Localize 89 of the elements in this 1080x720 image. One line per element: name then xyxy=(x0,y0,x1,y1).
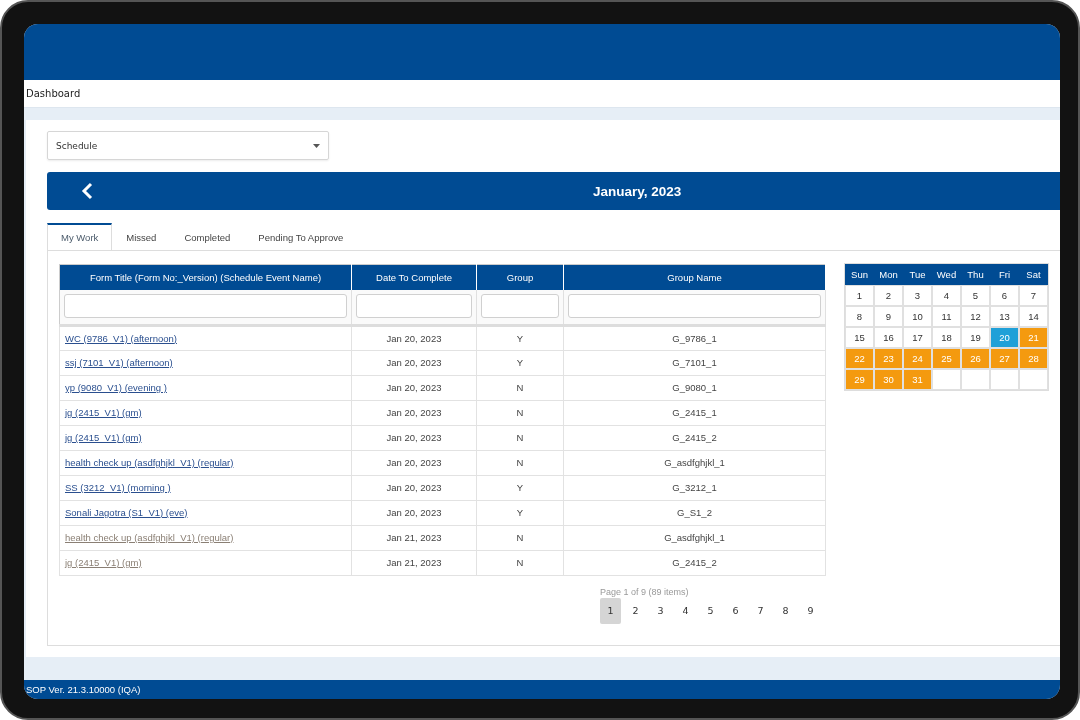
table-cell: N xyxy=(476,550,564,575)
table-cell: G_2415_2 xyxy=(563,550,826,575)
form-link[interactable]: SS (3212_V1) (morning ) xyxy=(65,482,171,493)
calendar-day[interactable]: 15 xyxy=(845,327,874,348)
table-cell: Jan 20, 2023 xyxy=(351,500,477,525)
calendar-day[interactable]: 18 xyxy=(932,327,961,348)
pager-info: Page 1 of 9 (89 items) xyxy=(600,586,690,597)
table-cell: Y xyxy=(476,350,564,375)
table-cell: N xyxy=(476,525,564,550)
table-cell: Jan 20, 2023 xyxy=(351,450,477,475)
calendar-day[interactable]: 6 xyxy=(990,285,1019,306)
chevron-left-icon[interactable] xyxy=(81,182,93,200)
calendar-day[interactable]: 1 xyxy=(845,285,874,306)
table-cell: Y xyxy=(476,325,564,350)
calendar-day[interactable]: 5 xyxy=(961,285,990,306)
view-select[interactable]: Schedule xyxy=(47,131,329,160)
table-cell: Jan 20, 2023 xyxy=(351,425,477,450)
table-cell: Jan 20, 2023 xyxy=(351,475,477,500)
calendar-day[interactable]: 16 xyxy=(874,327,903,348)
calendar-day[interactable]: 14 xyxy=(1019,306,1048,327)
table-cell: N xyxy=(476,400,564,425)
table-cell: Jan 21, 2023 xyxy=(351,550,477,575)
column-header[interactable]: Date To Complete xyxy=(351,264,477,290)
table-cell: G_9786_1 xyxy=(563,325,826,350)
table-cell: Jan 20, 2023 xyxy=(351,375,477,400)
form-link[interactable]: ssj (7101_V1) (afternoon) xyxy=(65,357,173,368)
weekday-header: Thu xyxy=(961,264,990,285)
page-button[interactable]: 1 xyxy=(600,597,621,624)
page-button[interactable]: 5 xyxy=(700,597,721,624)
table-cell: G_2415_2 xyxy=(563,425,826,450)
weekday-header: Wed xyxy=(932,264,961,285)
table-cell: Jan 20, 2023 xyxy=(351,400,477,425)
filter-field[interactable] xyxy=(356,293,472,318)
table-cell: G_asdfghjkl_1 xyxy=(563,450,826,475)
filter-field[interactable] xyxy=(568,293,821,318)
weekday-header: Fri xyxy=(990,264,1019,285)
column-header[interactable]: Group xyxy=(476,264,564,290)
table-cell: Jan 21, 2023 xyxy=(351,525,477,550)
table-cell: N xyxy=(476,375,564,400)
filter-field[interactable] xyxy=(481,293,559,318)
page-button[interactable]: 4 xyxy=(675,597,696,624)
calendar-day[interactable]: 7 xyxy=(1019,285,1048,306)
table-cell: Y xyxy=(476,500,564,525)
table-cell: G_7101_1 xyxy=(563,350,826,375)
form-link[interactable]: yp (9080_V1) (evening ) xyxy=(65,382,167,393)
page-button[interactable]: 6 xyxy=(725,597,746,624)
calendar-day[interactable]: 19 xyxy=(961,327,990,348)
calendar-day[interactable]: 13 xyxy=(990,306,1019,327)
calendar-day[interactable]: 2 xyxy=(874,285,903,306)
table-cell: Jan 20, 2023 xyxy=(351,325,477,350)
column-header[interactable]: Form Title (Form No:_Version) (Schedule Event Name) xyxy=(59,264,352,290)
weekday-header: Tue xyxy=(903,264,932,285)
version-text: SOP Ver. 21.3.10000 (IQA) xyxy=(25,684,141,695)
table-cell: Y xyxy=(476,475,564,500)
page-button[interactable]: 9 xyxy=(800,597,821,624)
weekday-header: Sun xyxy=(845,264,874,285)
calendar-day[interactable]: 3 xyxy=(903,285,932,306)
page-button[interactable]: 2 xyxy=(625,597,646,624)
table-cell: G_2415_1 xyxy=(563,400,826,425)
breadcrumb[interactable]: Dashboard xyxy=(24,88,81,99)
form-link[interactable]: Sonali Jagotra (S1_V1) (eve) xyxy=(65,507,188,518)
calendar-day[interactable]: 11 xyxy=(932,306,961,327)
calendar-day[interactable]: 12 xyxy=(961,306,990,327)
page-button[interactable]: 3 xyxy=(650,597,671,624)
form-link[interactable]: jg (2415_V1) (gm) xyxy=(65,407,142,418)
tab[interactable]: My Work xyxy=(47,223,113,251)
table-cell: G_3212_1 xyxy=(563,475,826,500)
calendar-day[interactable]: 8 xyxy=(845,306,874,327)
table-cell: G_asdfghjkl_1 xyxy=(563,525,826,550)
weekday-header: Sat xyxy=(1019,264,1048,285)
table-cell: G_9080_1 xyxy=(563,375,826,400)
table-cell: N xyxy=(476,450,564,475)
page-button[interactable]: 8 xyxy=(775,597,796,624)
page-button[interactable]: 7 xyxy=(750,597,771,624)
table-cell: G_S1_2 xyxy=(563,500,826,525)
form-link[interactable]: WC (9786_V1) (afternoon) xyxy=(65,332,177,344)
month-title: January, 2023 xyxy=(593,183,682,199)
form-link[interactable]: jg (2415_V1) (gm) xyxy=(65,557,142,568)
form-link[interactable]: jg (2415_V1) (gm) xyxy=(65,432,142,443)
calendar-day[interactable]: 17 xyxy=(903,327,932,348)
calendar-day[interactable]: 4 xyxy=(932,285,961,306)
caret-icon xyxy=(313,143,320,148)
calendar-day[interactable]: 9 xyxy=(874,306,903,327)
table-cell: N xyxy=(476,425,564,450)
table-cell: Jan 20, 2023 xyxy=(351,350,477,375)
filter-field[interactable] xyxy=(64,293,347,318)
calendar-day[interactable]: 10 xyxy=(903,306,932,327)
weekday-header: Mon xyxy=(874,264,903,285)
column-header[interactable]: Group Name xyxy=(563,264,826,290)
